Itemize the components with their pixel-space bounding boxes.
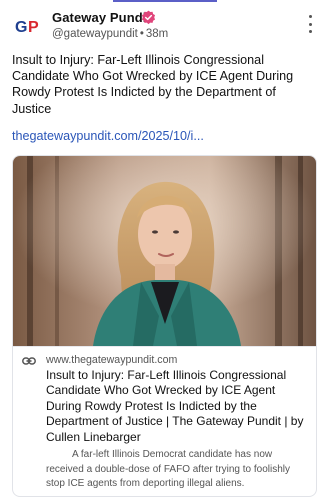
author-handle[interactable]: @gatewaypundit [52,28,138,40]
top-accent-bar [113,0,217,2]
svg-text:G: G [15,19,27,36]
card-body: www.thegatewaypundit.com Insult to Injur… [13,346,316,496]
card-domain[interactable]: www.thegatewaypundit.com [46,354,177,366]
verified-badge-icon [141,10,156,25]
gateway-pundit-logo: G P [12,10,44,42]
meta-separator: • [139,28,144,40]
post-header: G P Gateway Pundit @gatewaypundit • 38m [12,9,317,45]
post-text: Insult to Injury: Far-Left Illinois Cong… [12,53,294,116]
avatar[interactable]: G P [12,10,44,42]
card-title[interactable]: Insult to Injury: Far-Left Illinois Cong… [46,368,310,445]
card-description: A far-left Illinois Democrat candidate h… [46,449,291,490]
svg-text:P: P [28,19,39,36]
more-vertical-icon[interactable] [303,15,317,33]
card-image[interactable] [13,156,316,346]
post-link[interactable]: thegatewaypundit.com/2025/10/i... [12,129,204,143]
link-icon [22,356,36,366]
post-meta: @gatewaypundit • 38m [52,28,168,40]
link-preview-card[interactable]: www.thegatewaypundit.com Insult to Injur… [12,155,317,497]
post-time[interactable]: 38m [146,28,168,40]
author-name[interactable]: Gateway Pundit [52,10,151,25]
